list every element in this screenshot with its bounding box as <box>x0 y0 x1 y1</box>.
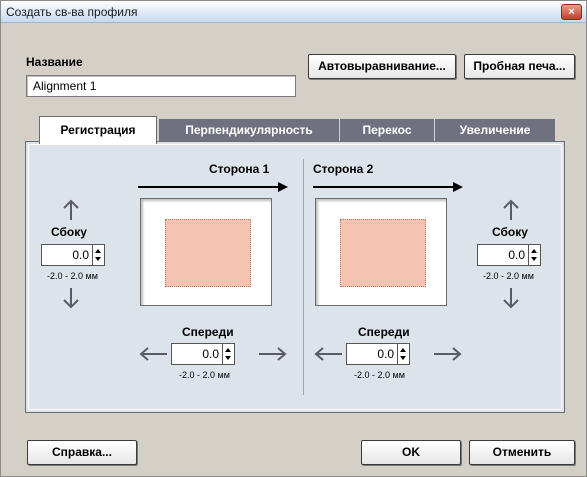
side-2-front-stepper[interactable]: 0.0 <box>346 343 410 365</box>
side-2-up-arrow-icon <box>503 199 519 220</box>
side-1-side-stepper[interactable]: 0.0 <box>41 244 105 266</box>
side-2-side-label: Сбоку <box>492 225 528 239</box>
side-1-page-preview <box>140 198 272 306</box>
spin-down-icon[interactable] <box>225 356 231 360</box>
side-1-title: Сторона 1 <box>209 162 270 176</box>
side-2-arrow-icon <box>313 182 463 192</box>
side-1-up-arrow-icon <box>63 199 79 220</box>
side-1-front-range: -2.0 - 2.0 мм <box>179 370 230 380</box>
side-1-arrow-icon <box>138 182 288 192</box>
side-2-front-value[interactable]: 0.0 <box>347 344 397 364</box>
tab-magnification[interactable]: Увеличение <box>435 119 555 142</box>
tab-perpendicularity[interactable]: Перпендикулярность <box>159 119 339 142</box>
side-1-side-range: -2.0 - 2.0 мм <box>47 271 98 281</box>
side-1-right-arrow-icon <box>259 347 287 361</box>
side-1-left-arrow-icon <box>139 347 167 361</box>
side-2-down-arrow-icon <box>503 288 519 309</box>
side-1-front-stepper[interactable]: 0.0 <box>171 343 235 365</box>
help-button[interactable]: Справка... <box>27 440 137 465</box>
tab-skew[interactable]: Перекос <box>340 119 434 142</box>
side-1-down-arrow-icon <box>63 288 79 309</box>
cancel-button[interactable]: Отменить <box>469 440 575 465</box>
window-title: Создать св-ва профиля <box>6 5 138 19</box>
tab-registration[interactable]: Регистрация <box>39 116 157 144</box>
side-1-front-value[interactable]: 0.0 <box>172 344 222 364</box>
side-1-image-area <box>165 219 251 287</box>
side-2-side-range: -2.0 - 2.0 мм <box>483 271 534 281</box>
title-bar[interactable]: Создать св-ва профиля × <box>1 1 586 23</box>
ok-button[interactable]: OK <box>361 440 461 465</box>
spin-up-icon[interactable] <box>531 249 537 253</box>
name-label: Название <box>26 55 83 69</box>
side-2-left-arrow-icon <box>314 347 342 361</box>
side-1-side-spin-buttons[interactable] <box>92 245 104 265</box>
spin-down-icon[interactable] <box>95 257 101 261</box>
side-2-front-label: Спереди <box>358 325 410 339</box>
sides-divider <box>303 159 304 395</box>
side-2-page-preview <box>315 198 447 306</box>
side-2-title: Сторона 2 <box>313 162 374 176</box>
side-2-front-range: -2.0 - 2.0 мм <box>354 370 405 380</box>
profile-dialog: Создать св-ва профиля × Название Автовыр… <box>0 0 587 477</box>
side-1-front-spin-buttons[interactable] <box>222 344 234 364</box>
side-1-front-label: Спереди <box>182 325 234 339</box>
side-2-side-spin-buttons[interactable] <box>528 245 540 265</box>
side-2-side-value[interactable]: 0.0 <box>478 245 528 265</box>
auto-align-button[interactable]: Автовыравнивание... <box>308 54 456 79</box>
spin-down-icon[interactable] <box>400 356 406 360</box>
side-1-side-label: Сбоку <box>51 225 87 239</box>
spin-up-icon[interactable] <box>225 348 231 352</box>
side-1-side-value[interactable]: 0.0 <box>42 245 92 265</box>
side-2-right-arrow-icon <box>434 347 462 361</box>
name-input[interactable] <box>26 75 296 97</box>
spin-up-icon[interactable] <box>400 348 406 352</box>
test-print-button[interactable]: Пробная печа... <box>464 54 575 79</box>
spin-up-icon[interactable] <box>95 249 101 253</box>
close-button[interactable]: × <box>561 4 582 20</box>
spin-down-icon[interactable] <box>531 257 537 261</box>
close-icon: × <box>568 6 575 18</box>
side-2-image-area <box>340 219 426 287</box>
side-2-side-stepper[interactable]: 0.0 <box>477 244 541 266</box>
side-2-front-spin-buttons[interactable] <box>397 344 409 364</box>
